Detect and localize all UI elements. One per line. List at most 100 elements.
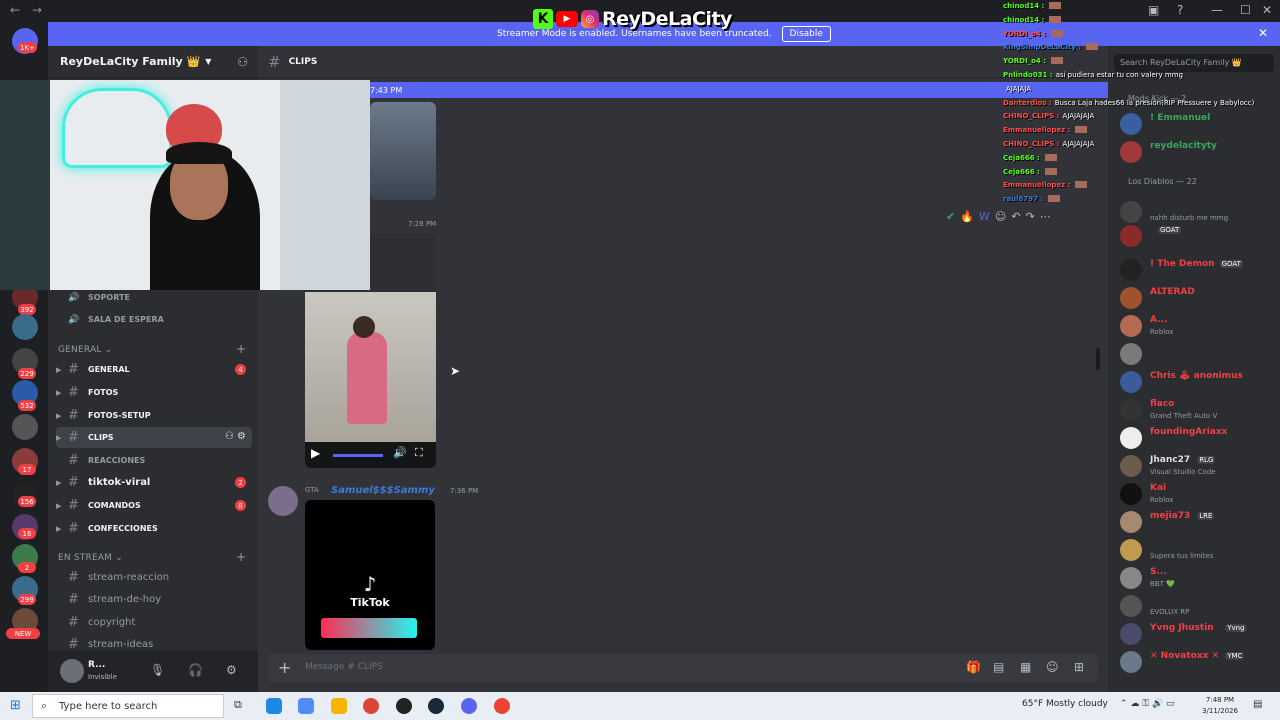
member-row[interactable]: flaco Grand Theft Auto V: [1114, 396, 1280, 424]
member-row[interactable]: mejia73 LRE: [1114, 508, 1280, 536]
channel-clips[interactable]: ▶ # CLIPS ⚇ ⚙: [56, 427, 252, 448]
scrollbar[interactable]: [1096, 348, 1100, 370]
message-author[interactable]: Samuel$$$Sammy: [331, 485, 435, 496]
notification-icon[interactable]: ▤: [1253, 699, 1262, 710]
voice-channel-soporte[interactable]: 🔊 SOPORTE: [56, 287, 252, 308]
channel-label: SOPORTE: [88, 293, 130, 302]
channel-settings-icon[interactable]: ⚇ ⚙: [225, 431, 246, 442]
chat-message: Pnlindo031 : asi pudiera estar tu con val…: [1003, 71, 1183, 79]
channel-label: CONFECCIONES: [88, 524, 158, 533]
channel-fotos-setup[interactable]: ▶ # FOTOS-SETUP: [56, 405, 252, 426]
channel-comandos[interactable]: ▶ # COMANDOS 8: [56, 495, 252, 516]
tiktok-button[interactable]: [321, 618, 417, 638]
member-row[interactable]: A... Roblox: [1114, 312, 1280, 340]
weather-widget[interactable]: 65°F Mostly cloudy: [1022, 699, 1108, 709]
gift-icon[interactable]: 🎁: [966, 660, 981, 674]
channel-general[interactable]: ▶ # GENERAL 4: [56, 359, 252, 380]
member-row[interactable]: Kai Roblox: [1114, 480, 1280, 508]
forward-icon[interactable]: ↷: [1026, 210, 1035, 223]
channel-label: FOTOS-SETUP: [88, 411, 151, 420]
channel-stream-reaccion[interactable]: # stream-reaccion: [56, 567, 252, 588]
server-header[interactable]: ReyDeLaCity Family 👑 ▼ ⚇: [48, 46, 258, 78]
channel-stream-de-hoy[interactable]: # stream-de-hoy: [56, 589, 252, 610]
tiktok-embed[interactable]: ♪ TikTok: [305, 500, 435, 650]
channel-reacciones[interactable]: # REACCIONES: [56, 450, 252, 471]
microphone-icon[interactable]: 🎙: [150, 663, 165, 677]
gear-icon[interactable]: ⚙: [226, 663, 237, 677]
member-tag: RLG: [1197, 456, 1216, 464]
volume-icon[interactable]: 🔊: [393, 446, 407, 459]
emote-icon: [1075, 126, 1088, 134]
member-row[interactable]: Yvng Jhustin Yvng: [1114, 620, 1280, 648]
avatar[interactable]: [60, 659, 84, 683]
server-icon[interactable]: [12, 314, 38, 340]
channel-tiktok-viral[interactable]: ▶ # tiktok-viral 2: [56, 472, 252, 493]
category-general[interactable]: GENERAL ⌄: [58, 345, 112, 355]
new-messages-bar[interactable]: 7:43 PM: [370, 82, 1108, 98]
add-reaction-icon[interactable]: ☺: [995, 210, 1006, 223]
reply-icon[interactable]: ↶: [1011, 210, 1020, 223]
task-view-icon[interactable]: ⧉: [234, 698, 242, 712]
disable-button[interactable]: Disable: [781, 26, 831, 42]
channel-label: stream-reaccion: [88, 572, 170, 583]
avatar[interactable]: [268, 486, 298, 516]
check-reaction-icon[interactable]: ✔: [946, 210, 955, 223]
member-row[interactable]: ALTERAD: [1114, 284, 1280, 312]
member-row[interactable]: Chris 🕹 anonimus: [1114, 368, 1280, 396]
message-composer[interactable]: + Message # CLIPS 🎁 ▤ ▦ ☺ ⊞: [268, 654, 1098, 682]
fire-reaction-icon[interactable]: 🔥: [960, 210, 974, 223]
chrome-profile-icon[interactable]: [494, 698, 510, 714]
progress-bar[interactable]: [333, 454, 383, 457]
more-icon[interactable]: ⋯: [1040, 210, 1051, 223]
discord-icon[interactable]: [461, 698, 477, 714]
member-row[interactable]: foundingAriaxx: [1114, 424, 1280, 452]
apps-icon[interactable]: ⊞: [1074, 660, 1084, 674]
chat-message: chinod14 :: [1003, 2, 1062, 10]
member-name: Yvng Jhustin: [1150, 623, 1214, 633]
member-row[interactable]: GOAT: [1114, 222, 1280, 250]
emoji-icon[interactable]: ☺: [1046, 660, 1059, 674]
steam-icon[interactable]: [428, 698, 444, 714]
chrome-icon[interactable]: [363, 698, 379, 714]
play-icon[interactable]: ▶: [311, 446, 320, 460]
member-row[interactable]: ! The Demon GOAT: [1114, 256, 1280, 284]
video-attachment[interactable]: [370, 102, 436, 200]
channel-fotos[interactable]: ▶ # FOTOS: [56, 382, 252, 403]
add-member-icon[interactable]: ⚇: [237, 55, 248, 69]
clock[interactable]: 7:48 PM 3/11/2026: [1198, 695, 1242, 717]
headphones-icon[interactable]: 🎧: [188, 663, 203, 677]
member-row[interactable]: Jhanc27 RLG Visual Studio Code: [1114, 452, 1280, 480]
chat-message: KingSimpDeLaCity :: [1003, 43, 1098, 51]
member-row[interactable]: Supera tus limites: [1114, 536, 1280, 564]
windows-start-icon[interactable]: ⊞: [10, 698, 21, 713]
server-name: ReyDeLaCity Family 👑: [60, 55, 201, 68]
system-tray-icons[interactable]: ⌃ ☁ ⚿ 🔊 ▭: [1120, 699, 1175, 709]
sticker-icon[interactable]: ▦: [1020, 660, 1031, 674]
forward-arrow-icon[interactable]: →: [32, 3, 42, 17]
webcam-shelf: [0, 80, 50, 290]
back-arrow-icon[interactable]: ←: [10, 3, 20, 17]
avatar: [1120, 595, 1142, 617]
channel-copyright[interactable]: # copyright: [56, 612, 252, 633]
add-channel-icon[interactable]: +: [236, 550, 246, 564]
member-row[interactable]: S... BBT 💚: [1114, 564, 1280, 592]
fullscreen-icon[interactable]: ⛶: [415, 446, 423, 460]
voice-channel-sala-de-espera[interactable]: 🔊 SALA DE ESPERA: [56, 309, 252, 330]
rail-badge: 229: [18, 368, 36, 379]
server-icon[interactable]: [12, 414, 38, 440]
gif-icon[interactable]: ▤: [993, 660, 1004, 674]
add-channel-icon[interactable]: +: [236, 342, 246, 356]
channel-confecciones[interactable]: ▶ # CONFECCIONES: [56, 518, 252, 539]
obs-icon[interactable]: [396, 698, 412, 714]
channel-title: CLIPS: [288, 56, 318, 67]
w-reaction-icon[interactable]: W: [979, 210, 990, 223]
member-row[interactable]: [1114, 340, 1280, 368]
edge-icon[interactable]: [266, 698, 282, 714]
copilot-icon[interactable]: [298, 698, 314, 714]
category-en-stream[interactable]: EN STREAM ⌄: [58, 553, 123, 563]
member-row[interactable]: ✕ Novatoxx ✕ YMC: [1114, 648, 1280, 676]
file-explorer-icon[interactable]: [331, 698, 347, 714]
taskbar-search[interactable]: ⌕ Type here to search: [32, 694, 224, 718]
member-row[interactable]: EVOLUX RP: [1114, 592, 1280, 620]
add-attachment-icon[interactable]: +: [278, 658, 291, 677]
